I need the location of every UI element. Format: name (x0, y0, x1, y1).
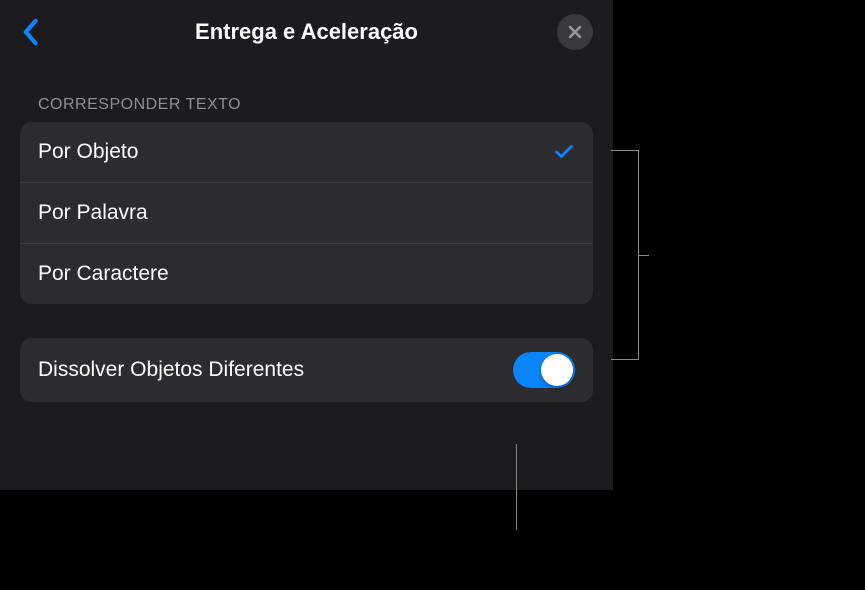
callout-line (639, 255, 649, 256)
checkmark-icon (553, 141, 575, 163)
option-by-word[interactable]: Por Palavra (20, 183, 593, 244)
match-text-options: Por Objeto Por Palavra Por Caractere (20, 122, 593, 304)
option-label: Por Caractere (38, 262, 169, 286)
callout-line (516, 444, 517, 530)
option-label: Por Objeto (38, 140, 138, 164)
chevron-left-icon (20, 18, 40, 46)
settings-panel: Entrega e Aceleração CORRESPONDER TEXTO … (0, 0, 613, 490)
header: Entrega e Aceleração (0, 0, 613, 60)
section-header-match-text: CORRESPONDER TEXTO (20, 96, 593, 114)
option-by-character[interactable]: Por Caractere (20, 244, 593, 304)
content-area: CORRESPONDER TEXTO Por Objeto Por Palavr… (0, 60, 613, 422)
option-by-object[interactable]: Por Objeto (20, 122, 593, 183)
page-title: Entrega e Aceleração (195, 19, 418, 45)
dissolve-toggle[interactable] (513, 352, 575, 388)
dissolve-row: Dissolver Objetos Diferentes (20, 338, 593, 402)
close-button[interactable] (557, 14, 593, 50)
callout-bracket (611, 150, 639, 360)
toggle-knob (541, 354, 573, 386)
back-button[interactable] (20, 18, 40, 46)
close-icon (567, 24, 583, 40)
dissolve-label: Dissolver Objetos Diferentes (38, 358, 304, 382)
option-label: Por Palavra (38, 201, 148, 225)
